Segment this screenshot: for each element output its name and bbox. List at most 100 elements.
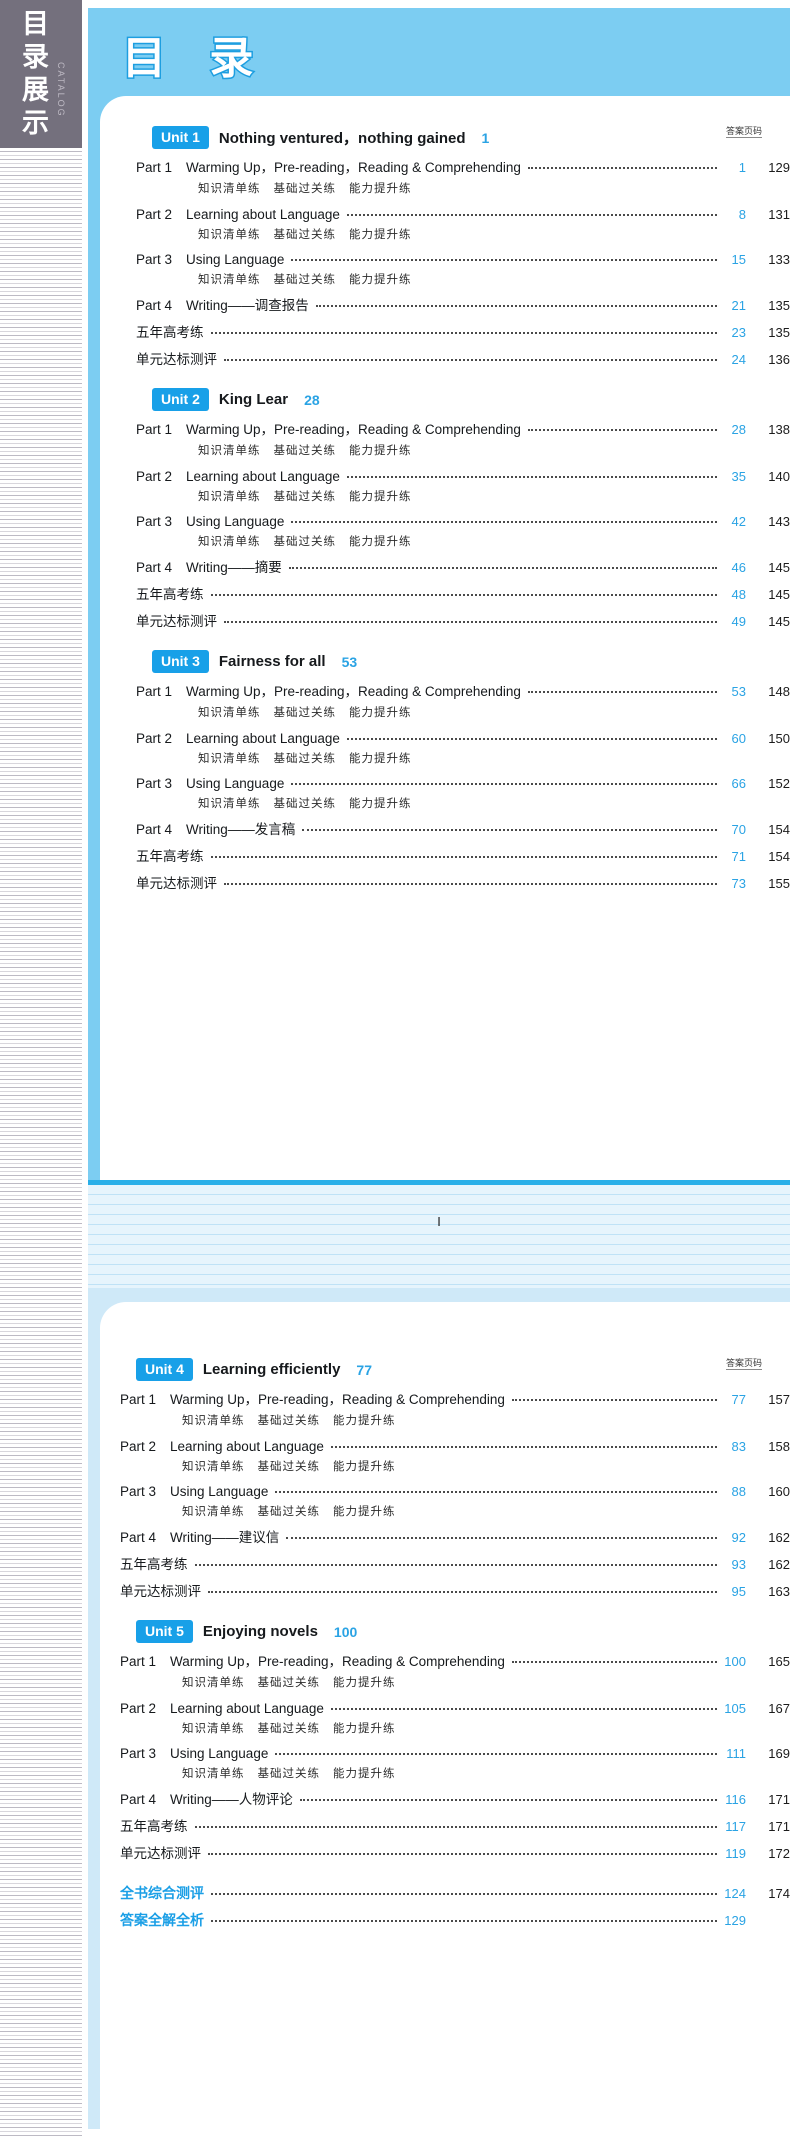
unit-title: Fairness for all — [218, 653, 326, 670]
toc-row-page: 53 — [731, 684, 746, 699]
toc-row[interactable]: Part 2 Learning about Language 60 150 — [100, 727, 790, 746]
toc-row-answer-page: 145 — [768, 587, 790, 602]
toc-row-page: 105 — [724, 1700, 746, 1716]
unit-heading[interactable]: Unit 2 King Lear 28 — [100, 388, 790, 411]
unit-heading[interactable]: Unit 5 Enjoying novels 100 — [100, 1620, 790, 1643]
toc-row[interactable]: Part 2 Learning about Language 8 131 — [100, 203, 790, 222]
toc-row-title: Writing——摘要 — [186, 560, 282, 575]
toc-row[interactable]: Part 3 Using Language 15 133 — [100, 249, 790, 267]
toc-row[interactable]: Part 3 Using Language 42 143 — [100, 511, 790, 529]
toc-row[interactable]: Part 1 Warming Up，Pre-reading，Reading & C… — [100, 1388, 790, 1408]
unit-heading[interactable]: Unit 1 Nothing ventured，nothing gained 1 — [100, 126, 790, 149]
toc-row-part: Part 3 — [120, 1484, 157, 1499]
toc-row[interactable]: 单元达标测评 49 145 — [100, 610, 790, 630]
toc-row-part: Part 1 — [120, 1654, 157, 1669]
toc-row[interactable]: Part 1 Warming Up，Pre-reading，Reading & C… — [100, 156, 790, 176]
toc-row-answer-page: 140 — [768, 468, 790, 484]
toc-row-part: Part 3 — [136, 514, 173, 529]
toc-row-answer-page: 165 — [768, 1654, 790, 1669]
toc-row-part: Part 3 — [136, 252, 173, 267]
toc-row-answer-page: 150 — [768, 730, 790, 746]
toc-row[interactable]: 五年高考练 93 162 — [100, 1553, 790, 1573]
toc-row[interactable]: Part 4 Writing——人物评论 116 171 — [100, 1788, 790, 1808]
toc-row[interactable]: 答案全解全析 129 — [100, 1910, 790, 1931]
toc-row-title: Warming Up，Pre-reading，Reading & Compreh… — [186, 684, 521, 699]
toc-row[interactable]: 五年高考练 48 145 — [100, 583, 790, 603]
toc-row[interactable]: 单元达标测评 119 172 — [100, 1842, 790, 1862]
leader-dots — [299, 1786, 717, 1801]
toc-row[interactable]: Part 4 Writing——建议信 92 162 — [100, 1526, 790, 1546]
practice-tag: 能力提升练 — [349, 181, 412, 195]
toc-row-part: Part 2 — [136, 206, 173, 222]
toc-row-part: Part 1 — [120, 1392, 157, 1407]
unit-title: Enjoying novels — [202, 1623, 318, 1640]
toc-row[interactable]: 五年高考练 23 135 — [100, 321, 790, 341]
practice-tag: 知识清单练 — [182, 1504, 245, 1518]
toc-row[interactable]: Part 1 Warming Up，Pre-reading，Reading & C… — [100, 418, 790, 438]
toc-row-part: Part 2 — [136, 468, 173, 484]
toc-row[interactable]: Part 2 Learning about Language 83 158 — [100, 1435, 790, 1454]
toc-row-answer-page: 129 — [768, 160, 790, 175]
toc-row-title: Using Language — [186, 252, 285, 267]
leader-dots — [275, 1740, 717, 1755]
toc-row-part: Part 4 — [120, 1530, 157, 1545]
toc-row-title: Learning about Language — [186, 206, 340, 222]
practice-tags: 知识清单练 基础过关练 能力提升练 — [100, 704, 790, 720]
practice-tags: 知识清单练 基础过关练 能力提升练 — [100, 1412, 790, 1428]
toc-row-title: 五年高考练 — [136, 849, 204, 864]
practice-tag: 基础过关练 — [273, 488, 336, 503]
practice-tag: 能力提升练 — [349, 534, 412, 548]
practice-tag: 基础过关练 — [273, 272, 336, 286]
unit-heading[interactable]: Unit 4 Learning efficiently 77 — [100, 1358, 790, 1381]
toc-row-part: Part 2 — [136, 730, 173, 746]
practice-tag: 基础过关练 — [273, 443, 336, 457]
toc-row-page: 48 — [731, 587, 746, 602]
practice-tags: 知识清单练 基础过关练 能力提升练 — [100, 271, 790, 287]
toc-row[interactable]: Part 4 Writing——调查报告 21 135 — [100, 294, 790, 314]
toc-row-page: 124 — [724, 1885, 746, 1901]
toc-row-page: 77 — [731, 1392, 746, 1407]
toc-row-page: 35 — [731, 468, 746, 484]
toc-row-title: Learning about Language — [170, 1700, 324, 1716]
toc-row[interactable]: Part 4 Writing——摘要 46 145 — [100, 556, 790, 576]
toc-row[interactable]: Part 1 Warming Up，Pre-reading，Reading & C… — [100, 1650, 790, 1670]
toc-row[interactable]: Part 3 Using Language 88 160 — [100, 1481, 790, 1499]
toc-row-part: Part 2 — [120, 1700, 157, 1716]
toc-row[interactable]: Part 1 Warming Up，Pre-reading，Reading & C… — [100, 680, 790, 700]
toc-row-page: 119 — [725, 1846, 746, 1861]
leader-dots — [346, 724, 717, 740]
unit-block: Unit 1 Nothing ventured，nothing gained 1 Pa… — [100, 126, 790, 368]
page1-footer-strip: Ⅰ — [88, 1180, 790, 1289]
practice-tags: 知识清单练 基础过关练 能力提升练 — [100, 180, 790, 196]
toc-row-part: Part 1 — [136, 160, 173, 175]
practice-tag: 能力提升练 — [349, 705, 412, 719]
toc-row[interactable]: 五年高考练 117 171 — [100, 1815, 790, 1835]
toc-row[interactable]: 单元达标测评 73 155 — [100, 872, 790, 892]
toc-row-page: 83 — [731, 1438, 746, 1454]
toc-row-answer-page: 160 — [768, 1484, 790, 1499]
toc-row[interactable]: Part 3 Using Language 66 152 — [100, 773, 790, 791]
toc-row-page: 1 — [738, 160, 746, 175]
toc-row[interactable]: 全书综合测评 124 174 — [100, 1882, 790, 1903]
practice-tag: 知识清单练 — [182, 1413, 245, 1427]
unit-heading[interactable]: Unit 3 Fairness for all 53 — [100, 650, 790, 673]
toc-row-page: 92 — [731, 1530, 746, 1545]
toc-row[interactable]: 五年高考练 71 154 — [100, 845, 790, 865]
unit-title: King Lear — [218, 391, 289, 408]
toc-row[interactable]: Part 3 Using Language 111 169 — [100, 1740, 790, 1761]
toc-row-part: Part 1 — [136, 684, 173, 699]
toc-row-answer-page: 148 — [768, 684, 790, 699]
toc-row[interactable]: Part 2 Learning about Language 105 167 — [100, 1697, 790, 1716]
toc-row-answer-page: 135 — [768, 325, 790, 340]
toc-row[interactable]: 单元达标测评 95 163 — [100, 1580, 790, 1600]
toc-row[interactable]: Part 2 Learning about Language 35 140 — [100, 465, 790, 484]
toc-row[interactable]: 单元达标测评 24 136 — [100, 348, 790, 368]
leader-dots — [208, 1840, 717, 1855]
toc-list-page-1: Unit 1 Nothing ventured，nothing gained 1 Pa… — [100, 96, 790, 892]
unit-block: Unit 2 King Lear 28 Part 1 Warming Up，Pre-re… — [100, 388, 790, 630]
toc-row-title: 答案全解全析 — [120, 1912, 204, 1928]
practice-tags: 知识清单练 基础过关练 能力提升练 — [100, 750, 790, 766]
toc-row-page: 46 — [731, 560, 746, 575]
unit-badge: Unit 2 — [152, 388, 209, 411]
toc-row[interactable]: Part 4 Writing——发言稿 70 154 — [100, 818, 790, 838]
